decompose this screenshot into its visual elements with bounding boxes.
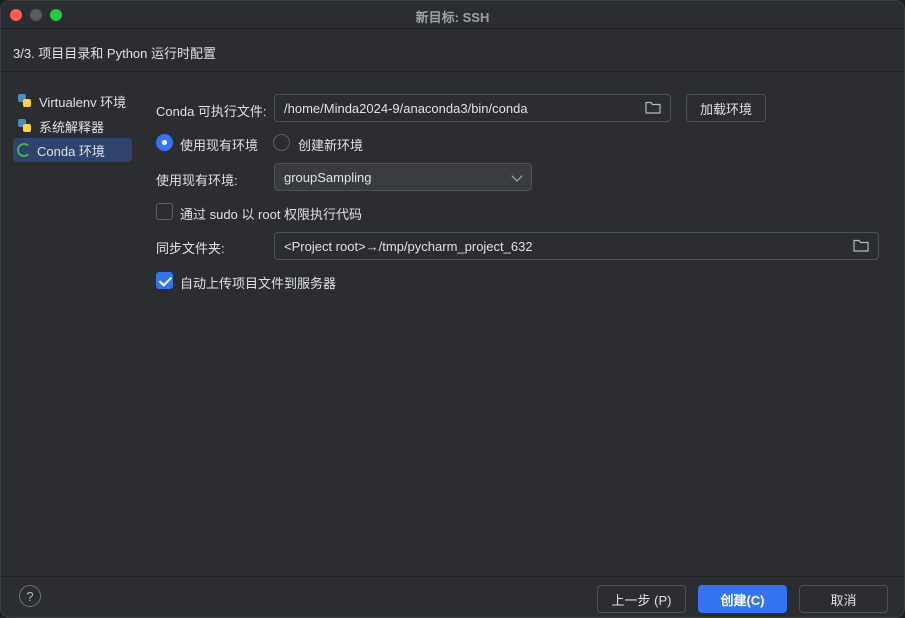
title-bar: 新目标: SSH bbox=[1, 1, 904, 29]
conda-exec-field[interactable]: /home/Minda2024-9/anaconda3/bin/conda bbox=[274, 94, 671, 122]
sidebar-item-label: 系统解释器 bbox=[39, 119, 105, 135]
python-icon bbox=[17, 118, 33, 134]
dialog-window: 新目标: SSH 3/3. 项目目录和 Python 运行时配置 Virtual… bbox=[0, 0, 905, 618]
auto-upload-checkbox[interactable] bbox=[156, 272, 173, 289]
conda-exec-value: /home/Minda2024-9/anaconda3/bin/conda bbox=[284, 100, 528, 116]
step-title: 3/3. 项目目录和 Python 运行时配置 bbox=[13, 46, 216, 61]
use-existing-label[interactable]: 使用现有环境 bbox=[180, 135, 258, 154]
folder-icon[interactable] bbox=[645, 101, 661, 114]
create-new-radio[interactable] bbox=[273, 134, 290, 151]
auto-upload-label[interactable]: 自动上传项目文件到服务器 bbox=[180, 273, 336, 292]
existing-env-select[interactable]: groupSampling bbox=[274, 163, 532, 191]
sudo-checkbox[interactable] bbox=[156, 203, 173, 220]
folder-icon[interactable] bbox=[853, 239, 869, 252]
conda-icon bbox=[17, 143, 31, 157]
sync-folder-label: 同步文件夹: bbox=[156, 241, 225, 256]
sidebar-item-label: Conda 环境 bbox=[37, 143, 105, 159]
footer: ? 上一步 (P) 创建(C) 取消 bbox=[1, 576, 904, 617]
chevron-down-icon bbox=[511, 170, 523, 182]
sidebar-item-conda[interactable]: Conda 环境 bbox=[13, 138, 132, 162]
conda-exec-label: Conda 可执行文件: bbox=[156, 104, 267, 119]
step-header: 3/3. 项目目录和 Python 运行时配置 bbox=[1, 30, 904, 72]
create-button[interactable]: 创建(C) bbox=[698, 585, 787, 613]
load-env-button[interactable]: 加载环境 bbox=[686, 94, 766, 122]
window-title: 新目标: SSH bbox=[415, 10, 490, 25]
sidebar-item-label: Virtualenv 环境 bbox=[39, 94, 127, 110]
sidebar-item-virtualenv[interactable]: Virtualenv 环境 bbox=[13, 89, 132, 113]
existing-env-label: 使用现有环境: bbox=[156, 173, 238, 188]
python-icon bbox=[17, 93, 33, 109]
cancel-button[interactable]: 取消 bbox=[799, 585, 888, 613]
sidebar-item-system-interpreter[interactable]: 系统解释器 bbox=[13, 114, 132, 138]
existing-env-value: groupSampling bbox=[284, 169, 372, 185]
help-button[interactable]: ? bbox=[19, 585, 41, 607]
prev-button[interactable]: 上一步 (P) bbox=[597, 585, 686, 613]
sync-folder-value: <Project root>→/tmp/pycharm_project_632 bbox=[284, 238, 533, 254]
use-existing-radio[interactable] bbox=[156, 134, 173, 151]
sudo-checkbox-label[interactable]: 通过 sudo 以 root 权限执行代码 bbox=[180, 204, 362, 223]
sync-folder-field[interactable]: <Project root>→/tmp/pycharm_project_632 bbox=[274, 232, 879, 260]
sidebar: Virtualenv 环境 系统解释器 Conda 环境 bbox=[1, 73, 141, 575]
create-new-label[interactable]: 创建新环境 bbox=[298, 135, 363, 154]
